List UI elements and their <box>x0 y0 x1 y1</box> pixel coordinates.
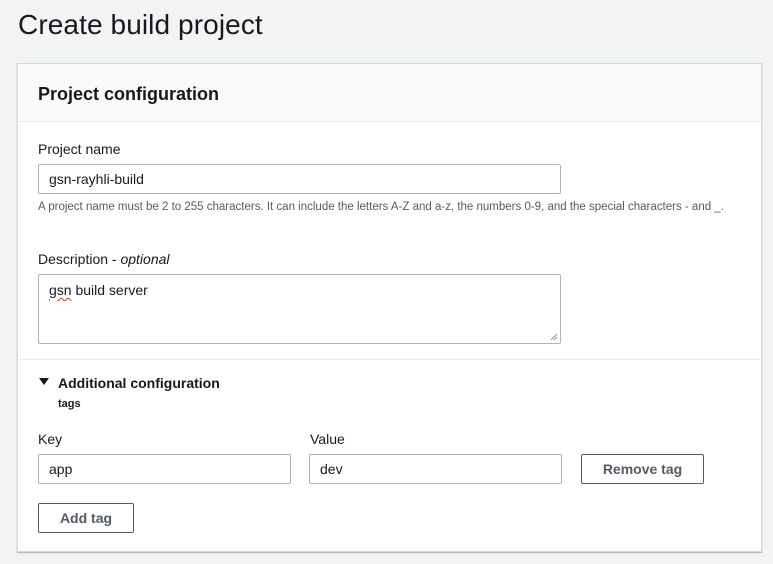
description-text: build server <box>71 282 148 298</box>
value-label: Value <box>310 431 345 447</box>
panel-title: Project configuration <box>38 84 220 104</box>
page-title: Create build project <box>18 9 263 40</box>
description-textarea[interactable]: gsn build server <box>38 274 561 344</box>
panel-header: Project configuration <box>18 64 761 122</box>
description-label-text: Description - <box>38 251 121 267</box>
additional-configuration-toggle[interactable]: Additional configuration <box>58 375 220 391</box>
add-tag-button[interactable]: Add tag <box>38 503 134 533</box>
optional-label: optional <box>120 251 170 267</box>
resize-grip-icon[interactable] <box>550 333 558 341</box>
tag-value-input[interactable] <box>309 454 562 484</box>
project-name-label: Project name <box>38 141 121 157</box>
section-divider <box>18 359 761 360</box>
caret-down-icon[interactable] <box>39 378 49 385</box>
misspelled-word: gsn <box>49 282 72 298</box>
project-name-input[interactable] <box>38 164 561 194</box>
project-configuration-panel: Project configuration Project name A pro… <box>17 63 762 552</box>
description-label: Description - optional <box>38 251 170 267</box>
tag-key-input[interactable] <box>38 454 291 484</box>
remove-tag-button[interactable]: Remove tag <box>581 454 704 484</box>
tags-label: tags <box>58 398 81 410</box>
project-name-hint: A project name must be 2 to 255 characte… <box>38 201 724 213</box>
key-label: Key <box>38 431 63 447</box>
